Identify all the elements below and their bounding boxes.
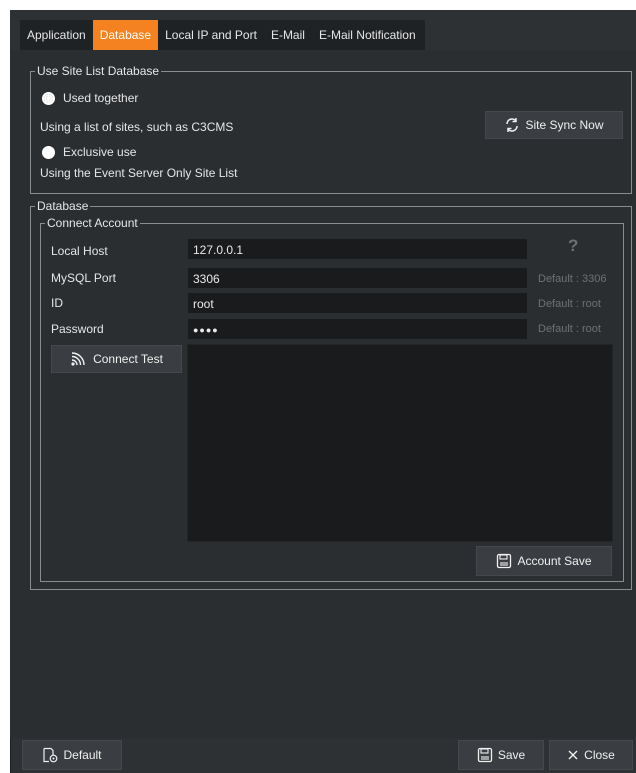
save-icon (477, 747, 493, 763)
tab-email-notification[interactable]: E-Mail Notification (311, 20, 425, 50)
local-host-field[interactable]: 127.0.0.1 (188, 239, 527, 259)
id-label: ID (51, 296, 63, 310)
close-icon (567, 749, 579, 761)
password-field[interactable]: ●●●● (188, 319, 527, 339)
save-button[interactable]: Save (458, 740, 544, 770)
password-label: Password (51, 322, 104, 336)
default-button[interactable]: Default (22, 740, 122, 770)
id-field[interactable]: root (188, 293, 527, 313)
tab-bar: Application Database Local IP and Port E… (10, 10, 636, 50)
help-icon[interactable]: ? (568, 236, 578, 256)
account-save-button[interactable]: Account Save (476, 546, 612, 576)
used-together-radio[interactable] (42, 92, 55, 105)
tab-local-ip-and-port[interactable]: Local IP and Port (158, 20, 264, 50)
tab-application[interactable]: Application (20, 20, 93, 50)
password-hint: Default : root (538, 323, 601, 335)
local-host-label: Local Host (51, 244, 108, 258)
database-legend: Database (37, 199, 89, 213)
mysql-port-field[interactable]: 3306 (188, 268, 527, 288)
tab-content: Use Site List Database Used together Usi… (10, 50, 636, 738)
sync-icon (504, 117, 520, 133)
used-together-label[interactable]: Used together (63, 91, 138, 105)
connect-test-button[interactable]: Connect Test (51, 345, 182, 373)
save-disk-icon (496, 553, 512, 569)
tab-email[interactable]: E-Mail (263, 20, 312, 50)
mysql-port-label: MySQL Port (51, 271, 116, 285)
site-sync-now-label: Site Sync Now (525, 118, 604, 132)
exclusive-use-radio[interactable] (42, 146, 55, 159)
connect-account-legend: Connect Account (47, 216, 138, 230)
site-list-legend: Use Site List Database (37, 64, 160, 78)
exclusive-use-description: Using the Event Server Only Site List (40, 166, 238, 180)
connection-log-area[interactable] (187, 344, 613, 542)
exclusive-use-label[interactable]: Exclusive use (63, 145, 136, 159)
connect-test-label: Connect Test (93, 352, 163, 366)
tab-database[interactable]: Database (92, 20, 159, 50)
id-hint: Default : root (538, 298, 601, 310)
mysql-port-hint: Default : 3306 (538, 273, 607, 285)
account-save-label: Account Save (517, 554, 592, 568)
used-together-description: Using a list of sites, such as C3CMS (40, 120, 234, 134)
close-label: Close (584, 748, 615, 762)
reset-settings-icon (42, 747, 58, 763)
signal-icon (70, 351, 88, 367)
site-sync-now-button[interactable]: Site Sync Now (485, 111, 623, 139)
default-label: Default (63, 748, 102, 762)
save-label: Save (497, 748, 526, 762)
close-button[interactable]: Close (549, 740, 633, 770)
